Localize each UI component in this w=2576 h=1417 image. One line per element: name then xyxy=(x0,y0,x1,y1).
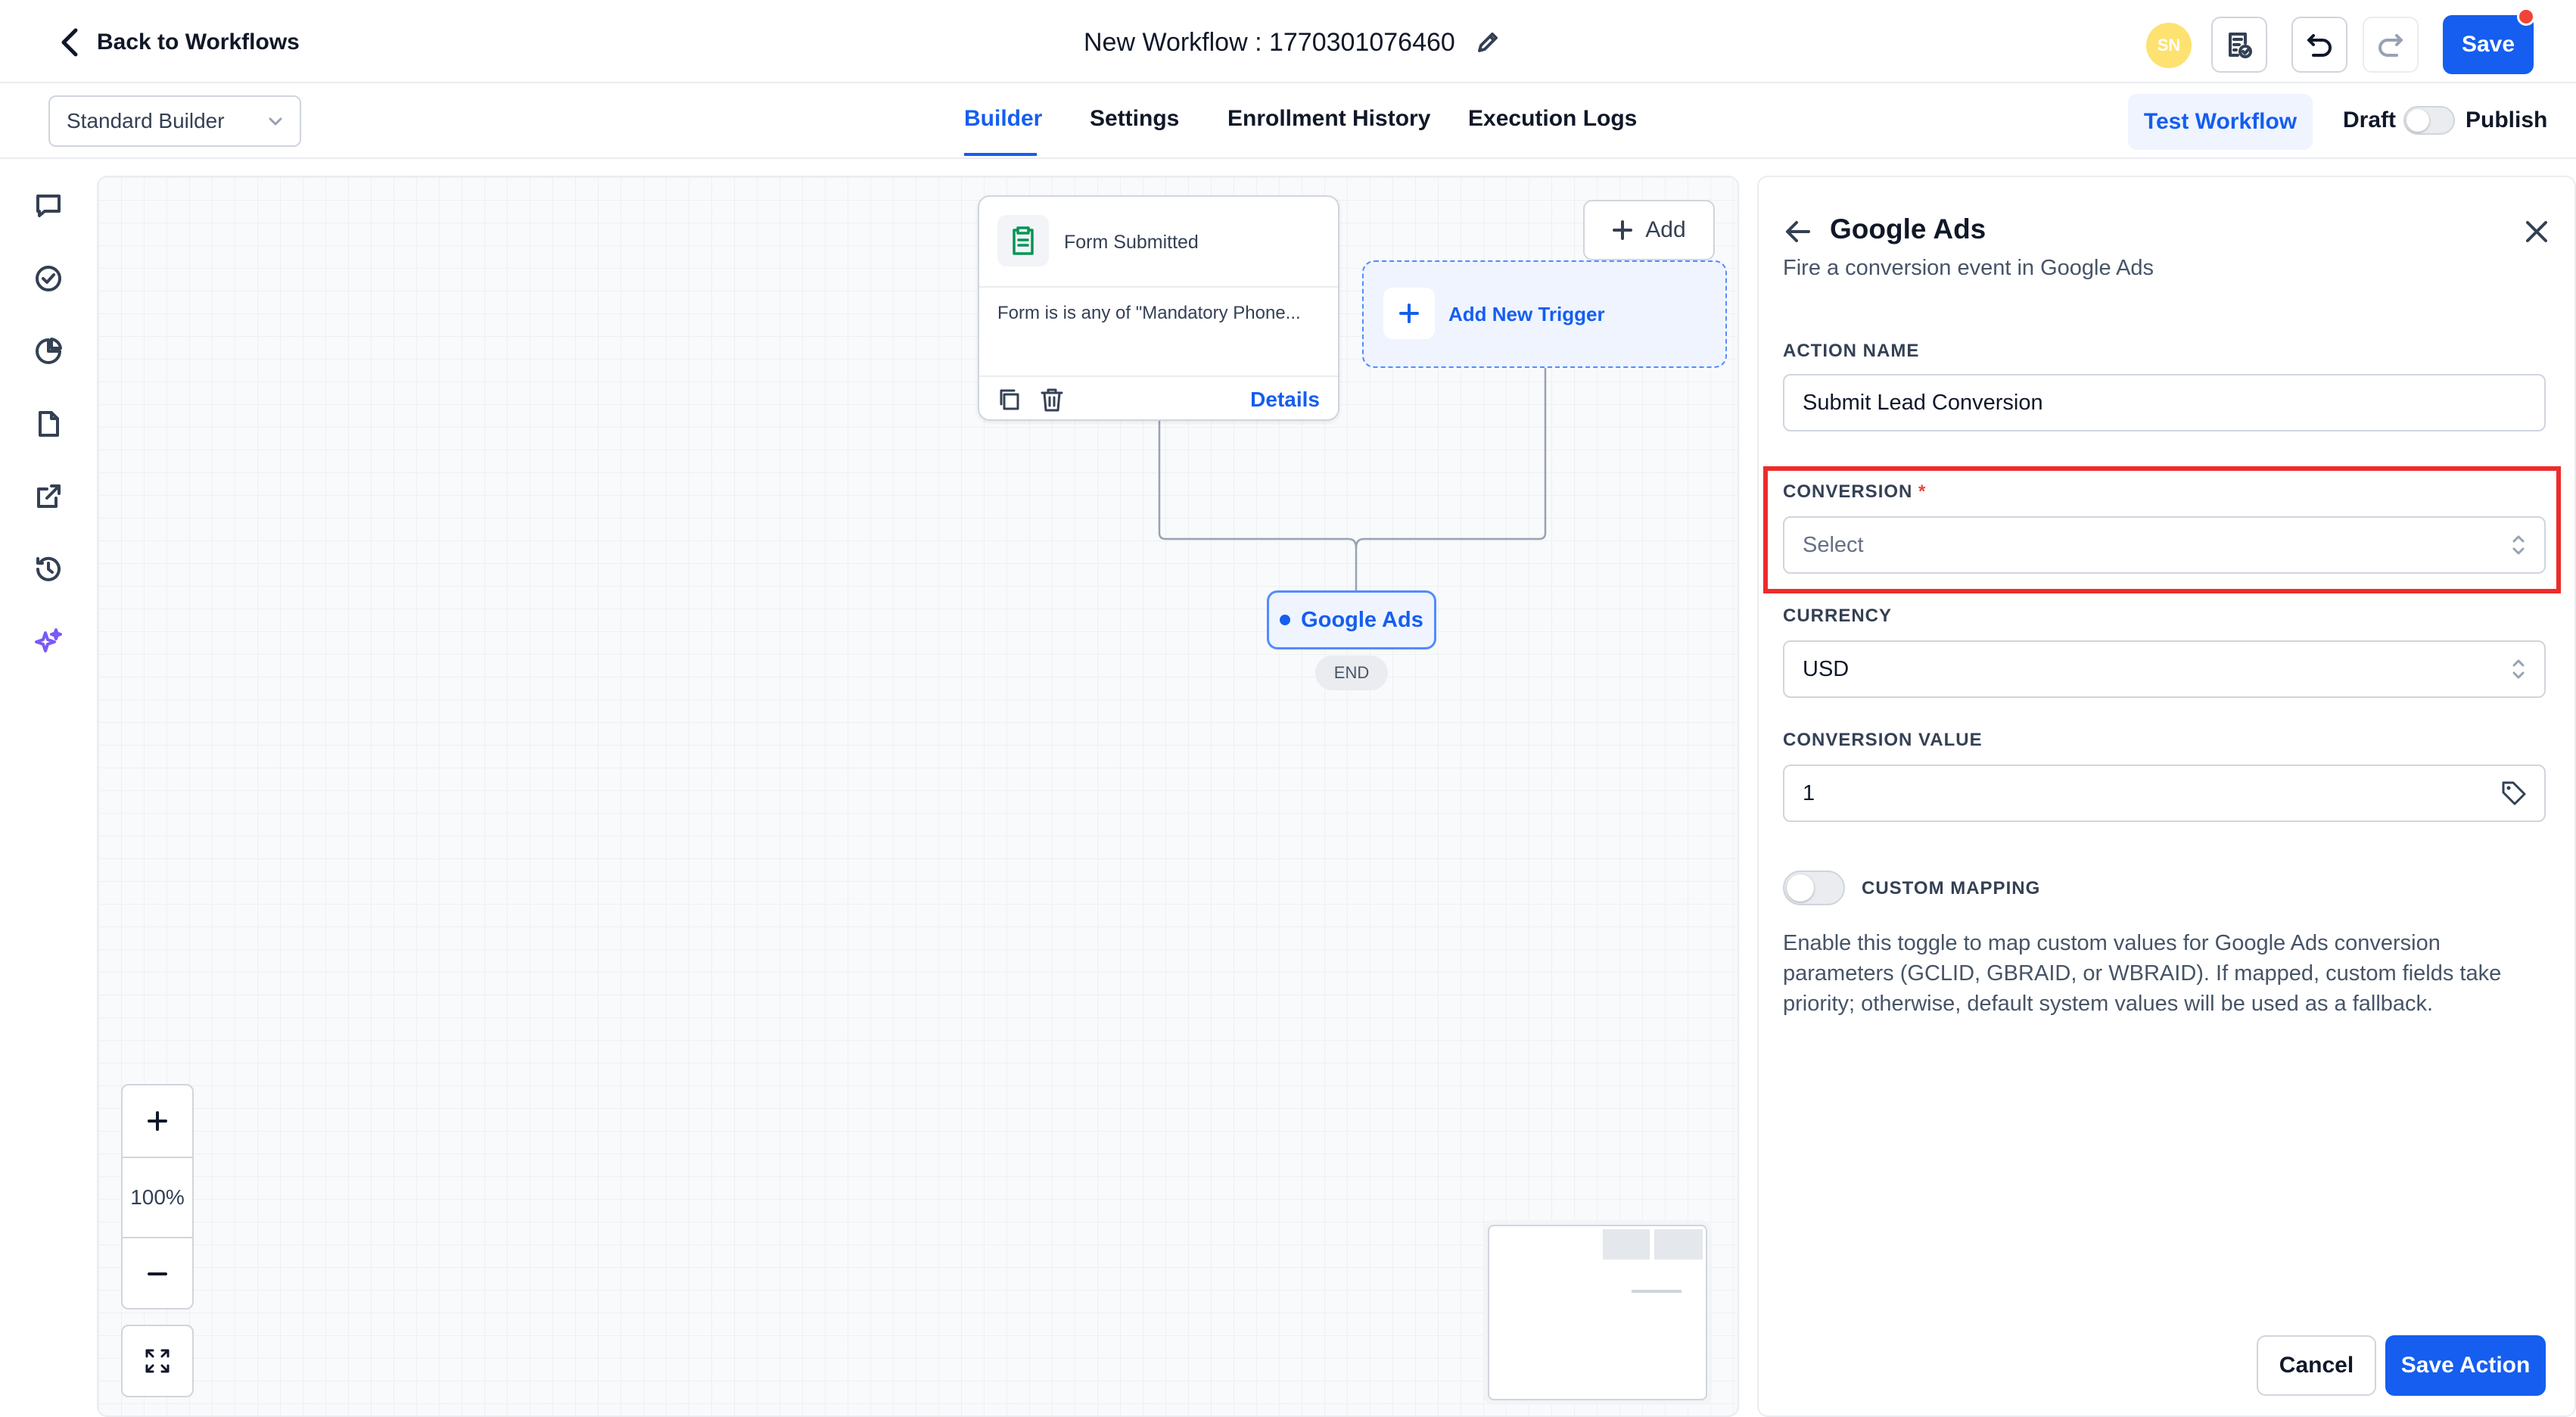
sub-header: Standard Builder Builder Settings Enroll… xyxy=(0,83,2576,159)
details-link[interactable]: Details xyxy=(1250,388,1320,412)
tag-icon[interactable] xyxy=(2500,780,2528,807)
chevron-down-icon xyxy=(269,117,282,126)
action-name-input[interactable]: Submit Lead Conversion xyxy=(1783,374,2546,431)
conversion-value-label: CONVERSION VALUE xyxy=(1783,730,1983,750)
workflow-canvas[interactable]: Form Submitted Form is is any of "Mandat… xyxy=(97,176,1739,1417)
builder-mode-value: Standard Builder xyxy=(67,109,225,132)
workflow-title-text: New Workflow : 1770301076460 xyxy=(1084,27,1455,57)
panel-subtitle: Fire a conversion event in Google Ads xyxy=(1783,256,2154,280)
minus-icon xyxy=(148,1272,167,1275)
publish-toggle[interactable] xyxy=(2403,106,2455,135)
plus-icon-box xyxy=(1383,288,1435,339)
zoom-in-button[interactable] xyxy=(123,1085,192,1158)
tab-builder[interactable]: Builder xyxy=(964,106,1042,132)
tab-settings[interactable]: Settings xyxy=(1090,106,1179,132)
cancel-button[interactable]: Cancel xyxy=(2257,1335,2376,1396)
chevron-left-icon xyxy=(61,28,78,57)
pie-chart-icon[interactable] xyxy=(30,333,67,369)
status-dot xyxy=(1280,615,1291,625)
sparkle-icon[interactable] xyxy=(30,624,67,660)
add-new-trigger-button[interactable]: Add New Trigger xyxy=(1362,260,1727,368)
pencil-icon[interactable] xyxy=(1475,30,1501,55)
custom-mapping-toggle[interactable] xyxy=(1783,870,1845,905)
back-label: Back to Workflows xyxy=(97,30,300,54)
back-to-workflows-link[interactable]: Back to Workflows xyxy=(59,23,300,62)
check-circle-icon[interactable] xyxy=(30,260,67,297)
publish-label: Publish xyxy=(2466,107,2548,132)
chevron-up-down-icon xyxy=(2512,659,2525,679)
redo-icon xyxy=(2378,34,2403,57)
test-workflow-button[interactable]: Test Workflow xyxy=(2128,94,2313,150)
tab-enrollment-history[interactable]: Enrollment History xyxy=(1227,106,1430,132)
trash-icon[interactable] xyxy=(1038,386,1066,413)
plus-icon xyxy=(1613,220,1633,240)
conversion-value-input[interactable]: 1 xyxy=(1783,765,2546,822)
undo-button[interactable] xyxy=(2291,17,2347,73)
file-icon[interactable] xyxy=(30,406,67,442)
divider xyxy=(979,375,1338,377)
add-new-trigger-label: Add New Trigger xyxy=(1448,303,1605,325)
zoom-out-button[interactable] xyxy=(123,1237,192,1310)
minimap-preview xyxy=(1603,1229,1703,1293)
active-tab-indicator xyxy=(964,153,1037,156)
plus-icon xyxy=(148,1111,167,1131)
draft-label: Draft xyxy=(2343,107,2397,132)
conversion-highlight-box xyxy=(1763,466,2561,593)
top-header: Back to Workflows New Workflow : 1770301… xyxy=(0,0,2576,83)
action-config-panel: Google Ads Fire a conversion event in Go… xyxy=(1757,176,2576,1417)
clipboard-icon xyxy=(1013,226,1034,255)
trigger-description: Form is is any of "Mandatory Phone... xyxy=(997,303,1301,323)
external-link-icon[interactable] xyxy=(30,478,67,515)
trigger-card[interactable]: Form Submitted Form is is any of "Mandat… xyxy=(978,195,1339,421)
minimap[interactable] xyxy=(1488,1225,1707,1400)
history-icon[interactable] xyxy=(30,551,67,587)
trigger-icon-box xyxy=(997,215,1049,266)
custom-mapping-label: CUSTOM MAPPING xyxy=(1862,878,2041,898)
undo-icon xyxy=(2307,34,2332,57)
add-button[interactable]: Add xyxy=(1583,200,1715,260)
action-name-label: ACTION NAME xyxy=(1783,341,1920,361)
google-ads-action-node[interactable]: Google Ads xyxy=(1267,590,1436,649)
workflow-title: New Workflow : 1770301076460 xyxy=(1084,23,1501,62)
avatar[interactable]: SN xyxy=(2146,23,2192,68)
action-node-label: Google Ads xyxy=(1301,607,1423,632)
document-check-button[interactable] xyxy=(2211,17,2267,73)
currency-value: USD xyxy=(1803,656,1850,681)
zoom-controls: 100% xyxy=(121,1084,194,1310)
divider xyxy=(979,286,1338,288)
tab-execution-logs[interactable]: Execution Logs xyxy=(1468,106,1637,132)
expand-icon xyxy=(145,1349,170,1373)
builder-mode-select[interactable]: Standard Builder xyxy=(48,95,301,147)
zoom-level: 100% xyxy=(130,1185,185,1209)
toggle-knob xyxy=(1787,874,1814,902)
fit-view-button[interactable] xyxy=(121,1325,194,1397)
plus-icon xyxy=(1399,304,1419,323)
panel-title: Google Ads xyxy=(1830,213,1986,244)
currency-label: CURRENCY xyxy=(1783,606,1893,626)
close-icon[interactable] xyxy=(2520,215,2553,248)
add-label: Add xyxy=(1645,217,1686,242)
currency-select[interactable]: USD xyxy=(1783,640,2546,698)
end-pill: END xyxy=(1315,656,1388,690)
redo-button[interactable] xyxy=(2363,17,2419,73)
custom-mapping-help: Enable this toggle to map custom values … xyxy=(1783,931,2502,1016)
conversion-value-text: 1 xyxy=(1803,780,1815,805)
save-action-button[interactable]: Save Action xyxy=(2385,1335,2546,1396)
chat-icon[interactable] xyxy=(30,188,67,224)
copy-icon[interactable] xyxy=(996,386,1023,413)
action-name-value: Submit Lead Conversion xyxy=(1803,390,2043,415)
arrow-left-icon[interactable] xyxy=(1781,215,1815,248)
document-check-icon xyxy=(2229,33,2252,58)
trigger-title: Form Submitted xyxy=(1064,232,1199,253)
toggle-knob xyxy=(2406,109,2429,132)
notification-dot xyxy=(2517,8,2535,26)
